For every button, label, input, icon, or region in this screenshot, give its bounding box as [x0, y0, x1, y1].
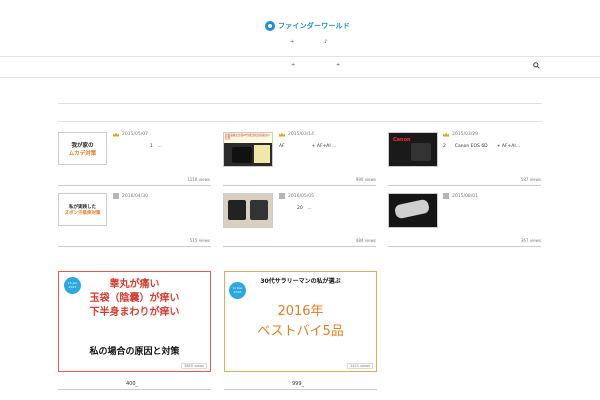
- card-underline: [223, 246, 376, 247]
- rank-badge: [443, 193, 449, 199]
- thumb-text: Canon: [393, 137, 411, 143]
- card-thumbnail[interactable]: 我が家の ムカデ対策: [58, 132, 107, 165]
- logo-text: ファインダーワールド: [278, 22, 350, 30]
- sub-nav-item[interactable]: ♪: [324, 39, 327, 45]
- rank-badge: [279, 193, 285, 199]
- card-title[interactable]: 20 …: [297, 205, 312, 211]
- camera-image: [254, 145, 270, 163]
- thumb-text: 新製品格安比較AF性能比較比較検討の結果: [224, 133, 272, 143]
- card-underline: [223, 185, 376, 186]
- card-underline: [224, 389, 377, 390]
- card-thumbnail[interactable]: 新製品格安比較AF性能比較比較検討の結果: [223, 132, 273, 167]
- view-count: 484 views: [355, 238, 376, 243]
- view-count: 1118 views: [187, 177, 210, 182]
- featured-banner[interactable]: 30代サラリーマンの私が選ぶ 11 Dec 2016 2016年 ベストバイ5品 …: [224, 271, 377, 372]
- card-underline: [58, 185, 211, 186]
- view-count: 990 views: [355, 177, 376, 182]
- card-date: 2015/03/29: [443, 132, 478, 137]
- crown-icon: [113, 132, 119, 137]
- banner-headline: 2016年 ベストバイ5品: [257, 304, 344, 339]
- camera-image: [250, 200, 268, 220]
- view-count: 515 views: [189, 238, 210, 243]
- card-thumbnail[interactable]: [388, 193, 438, 228]
- banner-subline: 私の場合の原因と対策: [89, 347, 180, 357]
- card-date: 2015/08/01: [443, 193, 478, 199]
- card-underline: [388, 185, 541, 186]
- main-nav-item[interactable]: +: [291, 62, 295, 68]
- logo-icon: [265, 21, 275, 31]
- view-count: 1421 views: [347, 363, 373, 369]
- site-logo[interactable]: ファインダーワールド: [265, 21, 350, 31]
- rank-badge: [113, 193, 119, 199]
- search-icon[interactable]: [533, 62, 540, 69]
- sub-nav-item[interactable]: +: [290, 39, 294, 45]
- section-line: [58, 121, 542, 122]
- crown-icon: [443, 132, 449, 137]
- camera-image: [232, 147, 252, 163]
- sub-nav: + ♪: [290, 39, 327, 45]
- banner-headline: 睾丸が痛い 玉袋（陰嚢）が痒い 下半身まわりが痒い: [89, 279, 180, 318]
- main-nav: + +: [0, 62, 600, 74]
- camera-image: [411, 143, 431, 161]
- banner-topline: 30代サラリーマンの私が選ぶ: [260, 278, 341, 285]
- card-date: 2016/04/30: [113, 193, 148, 199]
- section-line: [58, 103, 542, 104]
- card-underline: [58, 246, 211, 247]
- card-date: 2016/05/05: [279, 193, 314, 199]
- thumb-text: ズボン汗蒸痒対策: [64, 210, 101, 216]
- date-circle: 11 Dec 2016: [229, 282, 246, 299]
- crown-icon: [279, 132, 285, 137]
- banner-caption[interactable]: 400_: [126, 381, 138, 387]
- card-title[interactable]: 1 …: [150, 143, 162, 149]
- card-underline: [388, 246, 541, 247]
- card-date: 2015/05/07: [113, 132, 148, 137]
- card-date: 2015/03/14: [279, 132, 314, 137]
- banner-caption[interactable]: 999_: [292, 381, 304, 387]
- thumb-text: 我が家の: [71, 142, 94, 149]
- main-nav-item[interactable]: +: [336, 62, 340, 68]
- thumb-text: ムカデ対策: [68, 150, 97, 157]
- view-count: 367 views: [520, 238, 541, 243]
- card-title[interactable]: AF + AF+AI …: [279, 143, 337, 149]
- divider: [0, 77, 600, 78]
- camera-image: [228, 200, 246, 220]
- view-count: 3855 views: [181, 363, 207, 369]
- train-image: [393, 198, 431, 220]
- card-thumbnail[interactable]: Canon: [388, 132, 438, 167]
- featured-banner[interactable]: 15 Jan 2017 睾丸が痛い 玉袋（陰嚢）が痒い 下半身まわりが痒い 私の場…: [58, 271, 211, 372]
- card-thumbnail[interactable]: 私が実践した ズボン汗蒸痒対策: [58, 193, 107, 226]
- divider: [0, 56, 600, 57]
- card-title[interactable]: 2 Canon EOS 6D + AF+AI…: [443, 143, 520, 149]
- card-underline: [58, 389, 211, 390]
- view-count: 587 views: [520, 177, 541, 182]
- card-thumbnail[interactable]: [223, 193, 273, 228]
